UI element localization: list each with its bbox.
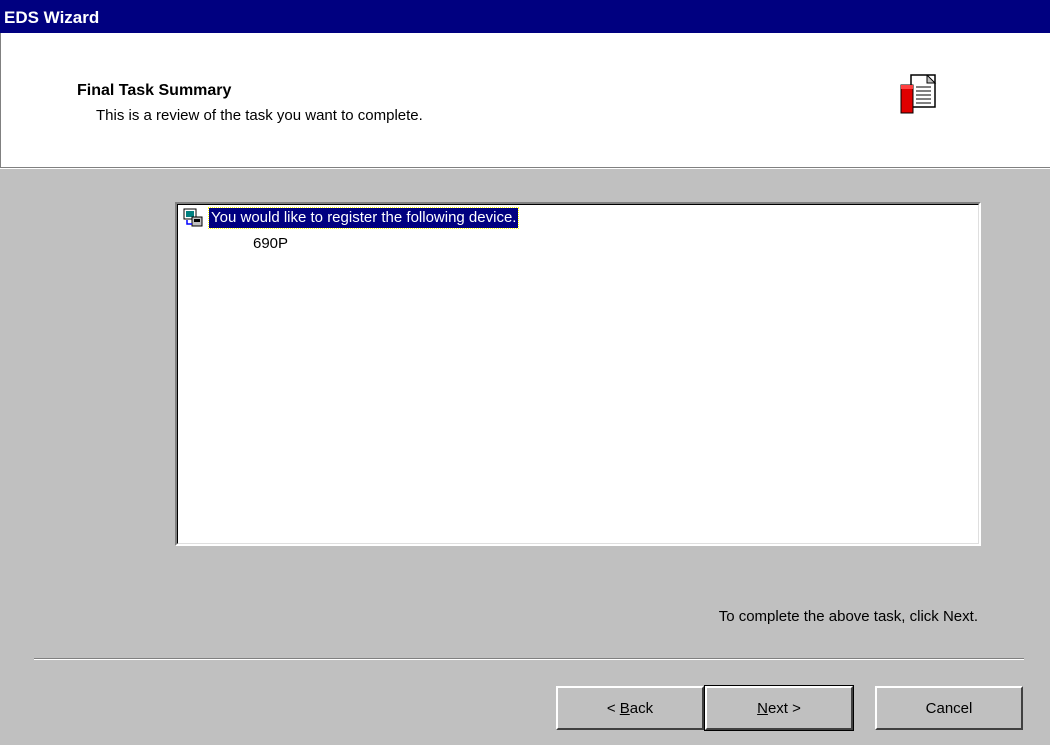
back-button[interactable]: < Back	[556, 686, 704, 730]
task-summary-tree[interactable]: You would like to register the following…	[175, 202, 981, 546]
task-summary-tree-inner: You would like to register the following…	[177, 204, 979, 544]
wizard-header: Final Task Summary This is a review of t…	[0, 33, 1050, 167]
page-title: Final Task Summary	[77, 82, 232, 99]
button-divider-highlight	[34, 659, 1024, 660]
document-icon	[900, 74, 937, 114]
page-subtitle: This is a review of the task you want to…	[96, 107, 423, 124]
cancel-button[interactable]: Cancel	[875, 686, 1023, 730]
back-button-mnemonic: B	[619, 699, 630, 717]
next-button-suffix: >	[787, 699, 801, 717]
device-icon	[183, 208, 203, 227]
next-button-label: ext	[767, 699, 788, 717]
tree-item-register-device[interactable]: You would like to register the following…	[207, 207, 520, 229]
tree-item-device-name[interactable]: 690P	[253, 235, 288, 252]
header-divider-highlight	[0, 168, 1050, 169]
next-button-mnemonic: N	[757, 699, 768, 717]
back-button-label: ack	[629, 699, 654, 717]
back-button-prefix: <	[606, 699, 620, 717]
next-button[interactable]: Next >	[704, 685, 854, 731]
instruction-text: To complete the above task, click Next.	[718, 608, 978, 625]
window-title: EDS Wizard	[0, 0, 1050, 33]
